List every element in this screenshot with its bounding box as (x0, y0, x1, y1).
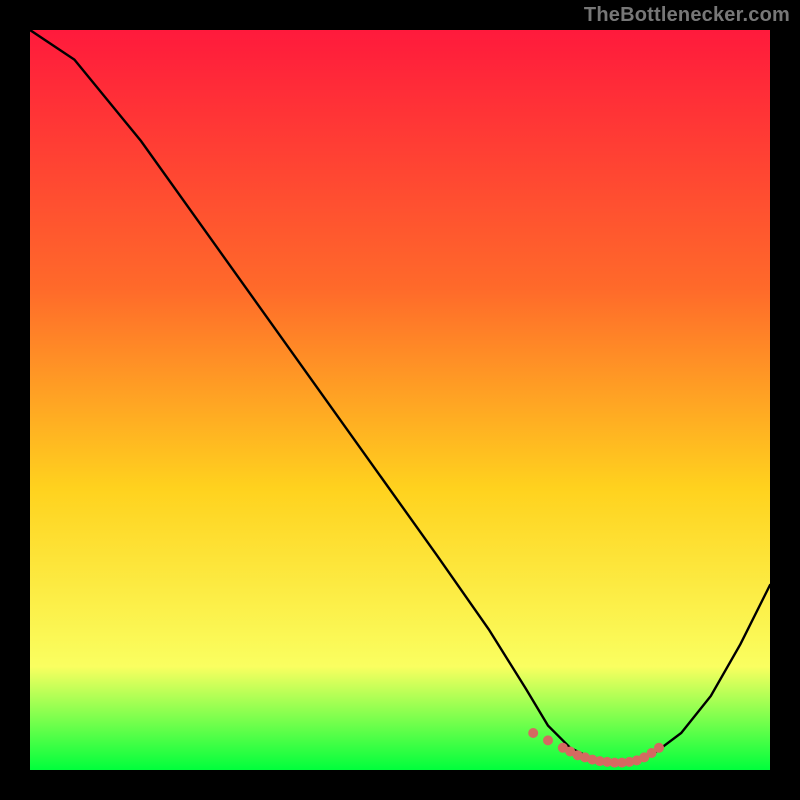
attribution-label: TheBottlenecker.com (584, 4, 790, 27)
plot-area (30, 30, 770, 770)
optimal-dot (654, 743, 664, 753)
bottleneck-chart (30, 30, 770, 770)
optimal-dot (528, 728, 538, 738)
chart-stage: TheBottlenecker.com (0, 0, 800, 800)
optimal-dot (543, 735, 553, 745)
